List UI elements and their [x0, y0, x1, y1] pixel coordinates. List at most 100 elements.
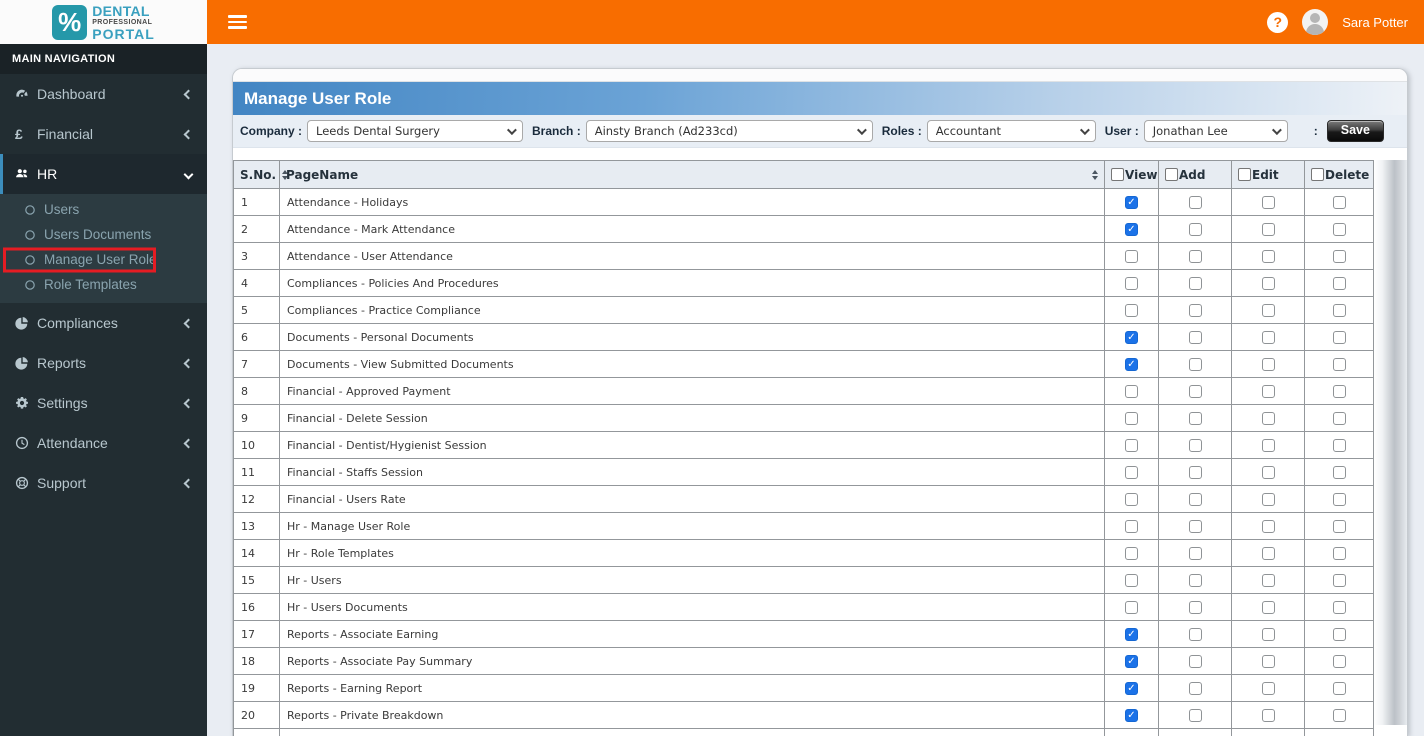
delete-checkbox[interactable]: [1332, 222, 1346, 236]
add-checkbox[interactable]: [1188, 681, 1202, 695]
edit-checkbox[interactable]: [1261, 222, 1275, 236]
edit-checkbox[interactable]: [1261, 573, 1275, 587]
delete-checkbox[interactable]: [1332, 492, 1346, 506]
delete-checkbox[interactable]: [1332, 600, 1346, 614]
delete-checkbox[interactable]: [1332, 330, 1346, 344]
add-checkbox[interactable]: [1188, 222, 1202, 236]
sidebar-subitem-users-documents[interactable]: Users Documents: [0, 222, 207, 247]
view-checkbox[interactable]: [1125, 519, 1138, 533]
view-checkbox[interactable]: [1125, 276, 1138, 290]
add-checkbox[interactable]: [1188, 384, 1202, 398]
edit-checkbox[interactable]: [1261, 195, 1275, 209]
view-checkbox[interactable]: [1125, 546, 1138, 560]
select-all-view-checkbox[interactable]: [1111, 168, 1124, 181]
edit-checkbox[interactable]: [1261, 303, 1275, 317]
sidebar-item-financial[interactable]: £ Financial: [0, 114, 207, 154]
company-select[interactable]: Leeds Dental Surgery: [307, 120, 524, 142]
sidebar-item-hr[interactable]: HR: [0, 154, 207, 194]
add-checkbox[interactable]: [1188, 249, 1202, 263]
sidebar-subitem-users[interactable]: Users: [0, 197, 207, 222]
view-checkbox[interactable]: [1125, 249, 1138, 263]
add-checkbox[interactable]: [1188, 492, 1202, 506]
delete-checkbox[interactable]: [1332, 654, 1346, 668]
view-checkbox[interactable]: [1125, 384, 1138, 398]
delete-checkbox[interactable]: [1332, 708, 1346, 722]
view-checkbox[interactable]: ✓: [1125, 330, 1138, 344]
edit-checkbox[interactable]: [1261, 627, 1275, 641]
view-checkbox[interactable]: ✓: [1125, 654, 1138, 668]
sidebar-item-attendance[interactable]: Attendance: [0, 423, 207, 463]
avatar[interactable]: [1302, 9, 1329, 35]
edit-checkbox[interactable]: [1261, 438, 1275, 452]
edit-checkbox[interactable]: [1261, 519, 1275, 533]
delete-checkbox[interactable]: [1332, 546, 1346, 560]
user-name[interactable]: Sara Potter: [1342, 15, 1408, 30]
add-checkbox[interactable]: [1188, 195, 1202, 209]
add-checkbox[interactable]: [1188, 276, 1202, 290]
edit-checkbox[interactable]: [1261, 384, 1275, 398]
view-checkbox[interactable]: [1125, 303, 1138, 317]
hamburger-menu-icon[interactable]: [228, 15, 247, 29]
delete-checkbox[interactable]: [1332, 573, 1346, 587]
view-checkbox[interactable]: ✓: [1125, 708, 1138, 722]
edit-checkbox[interactable]: [1261, 276, 1275, 290]
panel-scrollbar[interactable]: [1374, 160, 1407, 725]
edit-checkbox[interactable]: [1261, 411, 1275, 425]
add-checkbox[interactable]: [1188, 519, 1202, 533]
delete-checkbox[interactable]: [1332, 276, 1346, 290]
edit-checkbox[interactable]: [1261, 330, 1275, 344]
delete-checkbox[interactable]: [1332, 681, 1346, 695]
delete-checkbox[interactable]: [1332, 438, 1346, 452]
add-checkbox[interactable]: [1188, 330, 1202, 344]
brand-logo[interactable]: % DENTAL PROFESSIONAL PORTAL: [0, 0, 207, 44]
add-checkbox[interactable]: [1188, 654, 1202, 668]
sidebar-item-settings[interactable]: Settings: [0, 383, 207, 423]
edit-checkbox[interactable]: [1261, 357, 1275, 371]
sidebar-item-reports[interactable]: Reports: [0, 343, 207, 383]
view-checkbox[interactable]: ✓: [1125, 222, 1138, 236]
roles-select[interactable]: Accountant: [926, 120, 1096, 142]
sidebar-item-compliances[interactable]: Compliances: [0, 303, 207, 343]
add-checkbox[interactable]: [1188, 546, 1202, 560]
view-checkbox[interactable]: ✓: [1125, 195, 1138, 209]
view-checkbox[interactable]: [1125, 600, 1138, 614]
sidebar-subitem-manage-user-role[interactable]: Manage User Role: [0, 247, 207, 272]
view-checkbox[interactable]: ✓: [1125, 357, 1138, 371]
delete-checkbox[interactable]: [1332, 411, 1346, 425]
delete-checkbox[interactable]: [1332, 627, 1346, 641]
view-checkbox[interactable]: [1125, 438, 1138, 452]
select-all-edit-checkbox[interactable]: [1238, 168, 1251, 181]
branch-select[interactable]: Ainsty Branch (Ad233cd): [585, 120, 873, 142]
edit-checkbox[interactable]: [1261, 546, 1275, 560]
view-checkbox[interactable]: ✓: [1125, 681, 1138, 695]
view-checkbox[interactable]: ✓: [1125, 627, 1138, 641]
edit-checkbox[interactable]: [1261, 708, 1275, 722]
sort-icon[interactable]: [1092, 169, 1098, 180]
help-icon[interactable]: ?: [1267, 11, 1289, 33]
add-checkbox[interactable]: [1188, 573, 1202, 587]
view-checkbox[interactable]: [1125, 411, 1138, 425]
add-checkbox[interactable]: [1188, 303, 1202, 317]
add-checkbox[interactable]: [1188, 600, 1202, 614]
save-button[interactable]: Save: [1326, 120, 1384, 142]
user-select[interactable]: Jonathan Lee: [1143, 120, 1288, 142]
view-checkbox[interactable]: [1125, 573, 1138, 587]
delete-checkbox[interactable]: [1332, 195, 1346, 209]
delete-checkbox[interactable]: [1332, 249, 1346, 263]
add-checkbox[interactable]: [1188, 357, 1202, 371]
view-checkbox[interactable]: [1125, 492, 1138, 506]
select-all-delete-checkbox[interactable]: [1311, 168, 1324, 181]
delete-checkbox[interactable]: [1332, 465, 1346, 479]
edit-checkbox[interactable]: [1261, 600, 1275, 614]
edit-checkbox[interactable]: [1261, 465, 1275, 479]
edit-checkbox[interactable]: [1261, 492, 1275, 506]
sidebar-item-support[interactable]: Support: [0, 463, 207, 503]
add-checkbox[interactable]: [1188, 465, 1202, 479]
add-checkbox[interactable]: [1188, 708, 1202, 722]
select-all-add-checkbox[interactable]: [1165, 168, 1178, 181]
add-checkbox[interactable]: [1188, 438, 1202, 452]
view-checkbox[interactable]: [1125, 465, 1138, 479]
delete-checkbox[interactable]: [1332, 303, 1346, 317]
add-checkbox[interactable]: [1188, 627, 1202, 641]
sidebar-subitem-role-templates[interactable]: Role Templates: [0, 272, 207, 297]
